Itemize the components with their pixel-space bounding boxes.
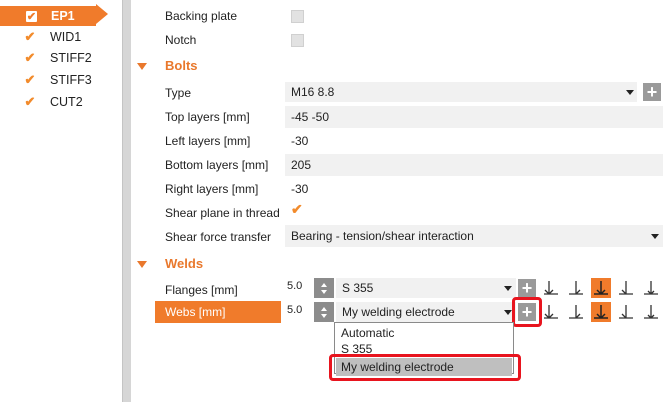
bottom-layers-value: 205 <box>291 158 312 172</box>
tree-item-stiff2[interactable]: ✔ STIFF2 <box>0 48 122 68</box>
fillet-weld-single-icon[interactable] <box>566 302 586 322</box>
webs-material-value: My welding electrode <box>342 305 455 319</box>
partial-butt-weld-icon[interactable] <box>641 278 661 298</box>
bottom-layers-input[interactable]: 205 <box>285 154 663 176</box>
shear-force-value: Bearing - tension/shear interaction <box>291 229 474 243</box>
chevron-down-icon[interactable] <box>504 286 512 291</box>
add-button-highlight <box>512 297 542 327</box>
bolt-type-value: M16 8.8 <box>291 85 335 99</box>
webs-size-stepper[interactable] <box>314 302 334 322</box>
checkbox-checked-icon[interactable]: ✔ <box>26 10 37 23</box>
double-fillet-weld-icon[interactable] <box>591 278 611 298</box>
tree-item-label: CUT2 <box>50 95 83 109</box>
collapse-bolts-icon[interactable] <box>137 63 147 70</box>
fillet-weld-both-icon[interactable] <box>541 302 561 322</box>
flanges-material-select[interactable]: S 355 <box>336 278 516 298</box>
add-bolt-type-button[interactable]: + <box>643 83 661 101</box>
bolts-section-title[interactable]: Bolts <box>165 58 198 73</box>
right-layers-value: -30 <box>291 182 309 196</box>
webs-label: Webs [mm] <box>155 301 281 323</box>
right-layers-input[interactable]: -30 <box>285 178 663 200</box>
webs-size-value[interactable]: 5.0 <box>287 304 302 316</box>
welds-section-title[interactable]: Welds <box>165 256 203 271</box>
tree-item-label: EP1 <box>51 9 75 23</box>
panel-splitter[interactable] <box>122 0 131 402</box>
fillet-weld-single-icon[interactable] <box>566 278 586 298</box>
right-layers-label: Right layers [mm] <box>165 182 259 196</box>
top-layers-input[interactable]: -45 -50 <box>285 106 663 128</box>
bolt-type-select[interactable]: M16 8.8 <box>285 82 637 102</box>
backing-plate-checkbox[interactable] <box>291 10 304 23</box>
tree-item-label: STIFF2 <box>50 51 92 65</box>
tree-item-cut2[interactable]: ✔ CUT2 <box>0 92 122 112</box>
flanges-material-value: S 355 <box>342 281 374 295</box>
bottom-layers-label: Bottom layers [mm] <box>165 158 269 172</box>
active-pointer-arrow <box>96 4 108 24</box>
selected-option-highlight <box>329 354 521 381</box>
checkmark-icon[interactable]: ✔ <box>24 72 36 87</box>
left-layers-label: Left layers [mm] <box>165 134 251 148</box>
top-layers-value: -45 -50 <box>291 110 330 124</box>
chevron-down-icon[interactable] <box>651 234 659 239</box>
butt-weld-icon[interactable] <box>616 278 636 298</box>
tree-item-label: STIFF3 <box>50 73 92 87</box>
tree-item-ep1[interactable]: ✔ EP1 <box>0 6 96 26</box>
member-tree: ✔ EP1 ✔ WID1 ✔ STIFF2 ✔ STIFF3 ✔ CUT2 <box>0 0 122 402</box>
left-layers-input[interactable]: -30 <box>285 130 663 152</box>
checkmark-icon[interactable]: ✔ <box>24 50 36 65</box>
flanges-size-stepper[interactable] <box>314 278 334 298</box>
backing-plate-label: Backing plate <box>165 9 238 23</box>
checkmark-icon[interactable]: ✔ <box>24 29 36 44</box>
fillet-weld-both-icon[interactable] <box>541 278 561 298</box>
webs-material-select[interactable]: My welding electrode <box>336 302 516 322</box>
bolt-type-label: Type <box>165 86 192 100</box>
notch-label: Notch <box>165 33 197 47</box>
shear-force-label: Shear force transfer <box>165 230 272 244</box>
top-layers-label: Top layers [mm] <box>165 110 250 124</box>
partial-butt-weld-icon[interactable] <box>641 302 661 322</box>
chevron-down-icon[interactable] <box>626 90 634 95</box>
flanges-label: Flanges [mm] <box>165 283 238 297</box>
shear-force-select[interactable]: Bearing - tension/shear interaction <box>285 225 663 247</box>
add-flanges-material-button[interactable]: + <box>518 279 536 297</box>
double-fillet-weld-icon[interactable] <box>591 302 611 322</box>
dropdown-option-automatic[interactable]: Automatic <box>341 326 394 340</box>
chevron-down-icon[interactable] <box>504 310 512 315</box>
tree-item-wid1[interactable]: ✔ WID1 <box>0 27 122 47</box>
notch-checkbox[interactable] <box>291 34 304 47</box>
collapse-welds-icon[interactable] <box>137 261 147 268</box>
tree-item-stiff3[interactable]: ✔ STIFF3 <box>0 70 122 90</box>
flanges-size-value[interactable]: 5.0 <box>287 280 302 292</box>
shear-plane-checkbox[interactable]: ✔ <box>291 201 303 218</box>
shear-plane-label: Shear plane in thread <box>165 206 280 220</box>
butt-weld-icon[interactable] <box>616 302 636 322</box>
tree-item-label: WID1 <box>50 30 82 44</box>
left-layers-value: -30 <box>291 134 309 148</box>
checkmark-icon[interactable]: ✔ <box>24 94 36 109</box>
